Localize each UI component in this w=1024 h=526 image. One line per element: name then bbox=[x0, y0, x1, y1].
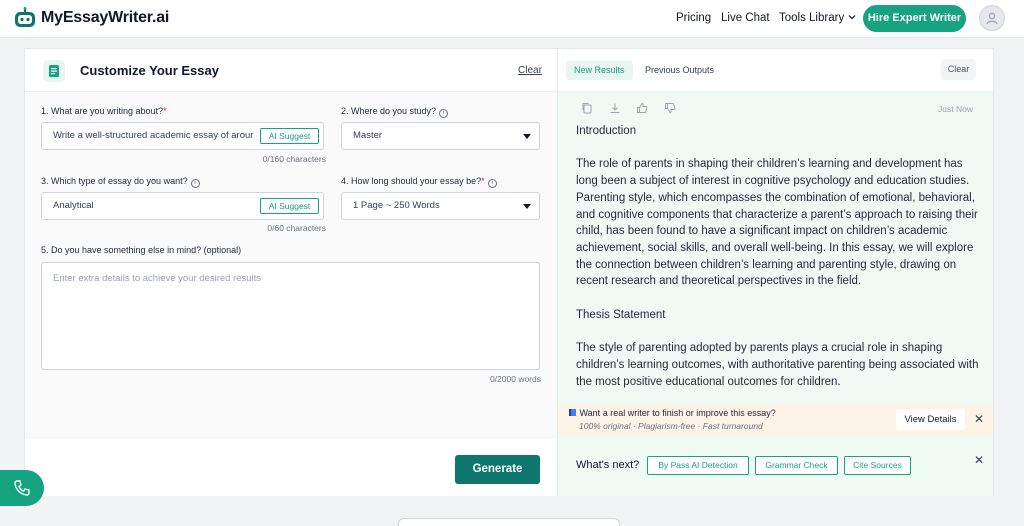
call-support-button[interactable] bbox=[0, 470, 44, 506]
extra-details-textarea[interactable]: Enter extra details to achieve your desi… bbox=[41, 262, 540, 370]
required-asterisk: * bbox=[163, 106, 167, 116]
essay-result: Just Now Introduction The role of parent… bbox=[558, 92, 993, 404]
bottom-partial-element bbox=[398, 518, 620, 526]
brand-logo[interactable]: MyEssayWriter.ai bbox=[13, 6, 169, 30]
essay-type-label: 3. Which type of essay do you want? i bbox=[41, 176, 200, 188]
topic-label: 1. What are you writing about?* bbox=[41, 106, 167, 116]
dropdown-caret-icon bbox=[523, 134, 531, 139]
info-icon: i bbox=[190, 179, 200, 188]
essay-length-label-text: 4. How long should your essay be? bbox=[341, 176, 482, 186]
info-icon: i bbox=[439, 109, 449, 118]
robot-logo-icon bbox=[15, 7, 35, 27]
dropdown-caret-icon bbox=[523, 204, 531, 209]
chevron-down-icon bbox=[848, 15, 856, 20]
study-level-label: 2. Where do you study? i bbox=[341, 106, 449, 118]
info-icon: i bbox=[487, 179, 497, 188]
customize-header: Customize Your Essay Clear bbox=[25, 49, 557, 92]
copy-icon[interactable] bbox=[581, 102, 593, 114]
essay-paragraph-thesis: The style of parenting adopted by parent… bbox=[576, 342, 979, 388]
tab-new-results[interactable]: New Results bbox=[566, 61, 633, 80]
phone-icon bbox=[14, 480, 30, 496]
nav-pricing[interactable]: Pricing bbox=[676, 12, 711, 24]
essay-type-ai-suggest-button[interactable]: AI Suggest bbox=[260, 198, 319, 214]
whats-next-label: What's next? bbox=[576, 459, 640, 471]
extra-details-word-counter: 0/2000 words bbox=[489, 374, 541, 384]
nav-tools-library-label: Tools Library bbox=[779, 12, 845, 24]
customize-panel: Customize Your Essay Clear 1. What are y… bbox=[24, 48, 557, 496]
study-level-label-text: 2. Where do you study? bbox=[341, 106, 437, 116]
brand-name: MyEssayWriter.ai bbox=[41, 9, 170, 26]
panel-title: Customize Your Essay bbox=[80, 63, 219, 78]
results-tabs: New Results Previous Outputs Clear bbox=[558, 49, 993, 92]
document-icon bbox=[43, 60, 65, 82]
essay-text: Introduction The role of parents in shap… bbox=[576, 123, 981, 404]
grammar-check-chip[interactable]: Grammar Check bbox=[755, 456, 838, 475]
topic-char-counter: 0/160 characters bbox=[262, 154, 326, 164]
book-icon bbox=[569, 409, 576, 416]
result-timestamp: Just Now bbox=[938, 104, 973, 114]
download-icon[interactable] bbox=[609, 102, 621, 114]
banner-subtext: 100% original · Plagiarism-free · Fast t… bbox=[579, 421, 763, 431]
topic-label-text: 1. What are you writing about? bbox=[41, 106, 164, 116]
form-footer: Generate bbox=[25, 439, 557, 496]
essay-length-label: 4. How long should your essay be?* i bbox=[341, 176, 497, 188]
whats-next-bar: What's next? By Pass AI Detection Gramma… bbox=[558, 435, 993, 496]
close-banner-icon[interactable]: ✕ bbox=[974, 412, 984, 426]
nav-tools-library[interactable]: Tools Library bbox=[779, 12, 856, 24]
cite-sources-chip[interactable]: Cite Sources bbox=[844, 456, 911, 475]
thumbs-up-icon[interactable] bbox=[636, 102, 648, 114]
clear-form-link[interactable]: Clear bbox=[518, 65, 542, 76]
top-nav: MyEssayWriter.ai Pricing Live Chat Tools… bbox=[0, 0, 1024, 38]
tab-previous-outputs[interactable]: Previous Outputs bbox=[637, 61, 722, 80]
study-level-select[interactable]: Master bbox=[341, 122, 540, 150]
writer-upsell-banner: Want a real writer to finish or improve … bbox=[558, 404, 993, 435]
thumbs-down-icon[interactable] bbox=[664, 102, 676, 114]
user-avatar[interactable] bbox=[979, 5, 1005, 31]
essay-length-select[interactable]: 1 Page ~ 250 Words bbox=[341, 192, 540, 220]
essay-heading-thesis: Thesis Statement bbox=[576, 308, 666, 321]
hire-expert-writer-button[interactable]: Hire Expert Writer bbox=[863, 5, 966, 32]
clear-results-button[interactable]: Clear bbox=[941, 59, 976, 80]
user-icon bbox=[986, 12, 998, 25]
banner-question: Want a real writer to finish or improve … bbox=[568, 408, 776, 418]
essay-type-char-counter: 0/60 characters bbox=[267, 223, 326, 233]
banner-question-text: Want a real writer to finish or improve … bbox=[579, 408, 776, 418]
generate-button[interactable]: Generate bbox=[455, 455, 540, 484]
bypass-ai-detection-chip[interactable]: By Pass AI Detection bbox=[647, 456, 749, 475]
view-details-button[interactable]: View Details bbox=[896, 409, 965, 430]
topic-ai-suggest-button[interactable]: AI Suggest bbox=[260, 128, 319, 144]
required-asterisk: * bbox=[481, 176, 485, 186]
nav-live-chat[interactable]: Live Chat bbox=[721, 12, 770, 24]
essay-form: 1. What are you writing about?* Write a … bbox=[25, 92, 557, 439]
results-panel: New Results Previous Outputs Clear Just … bbox=[557, 48, 994, 496]
extra-details-label: 5. Do you have something else in mind? (… bbox=[41, 245, 242, 255]
close-whats-next-icon[interactable]: ✕ bbox=[974, 453, 984, 467]
essay-paragraph-introduction: The role of parents in shaping their chi… bbox=[576, 158, 978, 288]
essay-type-label-text: 3. Which type of essay do you want? bbox=[41, 176, 188, 186]
essay-heading-introduction: Introduction bbox=[576, 125, 637, 137]
